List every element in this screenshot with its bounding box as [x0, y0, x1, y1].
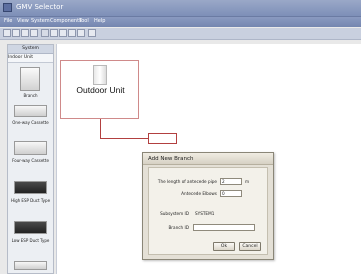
outdoor-unit-icon [93, 65, 107, 85]
pipe-connector [100, 119, 101, 138]
copy-icon[interactable] [50, 29, 58, 37]
print-icon[interactable] [30, 29, 38, 37]
low-esp-duct-icon [14, 221, 47, 234]
toolbar [0, 28, 361, 40]
subsystem-id-label: Subsystem ID [160, 211, 189, 216]
cut-icon[interactable] [41, 29, 49, 37]
branch-node[interactable] [148, 133, 177, 144]
palette-item-label: Branch [23, 93, 38, 98]
menu-bar: File View System Components Tool Help [0, 17, 361, 27]
pipe-length-label: The length of antecede pipe [157, 179, 217, 184]
save-icon[interactable] [21, 29, 29, 37]
cancel-button[interactable]: Cancel [239, 242, 261, 251]
palette-item-wall-unit[interactable] [10, 259, 51, 273]
wall-unit-icon [14, 261, 47, 270]
dialog-title: Add New Branch [148, 156, 194, 162]
menu-file[interactable]: File [4, 18, 12, 24]
title-bar: GMV Selector [0, 0, 361, 17]
high-esp-duct-icon [14, 181, 47, 194]
ok-button[interactable]: Ok [213, 242, 235, 251]
pipe-length-field[interactable]: 2 [220, 178, 242, 185]
palette-item-label: Four-way Cassette [12, 158, 49, 163]
palette-item-one-way-cassette[interactable]: One-way Cassette [10, 103, 51, 137]
palette-item-label: High ESP Duct Type [10, 198, 51, 203]
menu-components[interactable]: Components [50, 18, 82, 24]
elbows-label: Antecede Elbows [181, 191, 217, 196]
branch-id-label: Branch ID [168, 225, 189, 230]
four-way-cassette-icon [14, 141, 47, 155]
open-file-icon[interactable] [12, 29, 20, 37]
palette-item-four-way-cassette[interactable]: Four-way Cassette [10, 141, 51, 175]
pipe-length-unit: m [245, 179, 250, 184]
branch-icon [20, 67, 40, 91]
new-file-icon[interactable] [3, 29, 11, 37]
dialog-body: The length of antecede pipe 2 m Antecede… [148, 167, 268, 255]
menu-view[interactable]: View [17, 18, 29, 24]
menu-help[interactable]: Help [94, 18, 105, 24]
add-new-branch-dialog: Add New Branch The length of antecede pi… [142, 152, 274, 260]
palette-item-label: Low ESP Duct Type [11, 238, 50, 243]
palette-tab-indoor-unit[interactable]: Indoor Unit [8, 54, 53, 63]
app-icon [3, 3, 12, 12]
paste-icon[interactable] [59, 29, 67, 37]
menu-tool[interactable]: Tool [79, 18, 89, 24]
branch-id-field[interactable] [193, 224, 255, 231]
one-way-cassette-icon [14, 105, 47, 117]
dialog-title-bar: Add New Branch [143, 153, 273, 165]
window-title: GMV Selector [16, 3, 64, 11]
elbows-field[interactable]: 0 [220, 190, 242, 197]
menu-system[interactable]: System [31, 18, 50, 24]
palette-item-label: One-way Cassette [12, 120, 49, 125]
palette-item-high-esp-duct[interactable]: High ESP Duct Type [10, 179, 51, 215]
subsystem-id-value: SYSTEM1 [195, 211, 215, 216]
palette-header: System [8, 45, 53, 54]
palette-item-branch[interactable]: Branch [10, 67, 51, 101]
outdoor-unit-label: Outdoor Unit [76, 85, 125, 95]
palette-item-low-esp-duct[interactable]: Low ESP Duct Type [10, 219, 51, 255]
pipe-connector [100, 138, 148, 139]
outdoor-unit-node[interactable]: Outdoor Unit [60, 60, 139, 119]
zoom-icon[interactable] [88, 29, 96, 37]
redo-icon[interactable] [77, 29, 85, 37]
undo-icon[interactable] [68, 29, 76, 37]
component-palette: System Indoor Unit Branch One-way Casset… [7, 44, 54, 274]
